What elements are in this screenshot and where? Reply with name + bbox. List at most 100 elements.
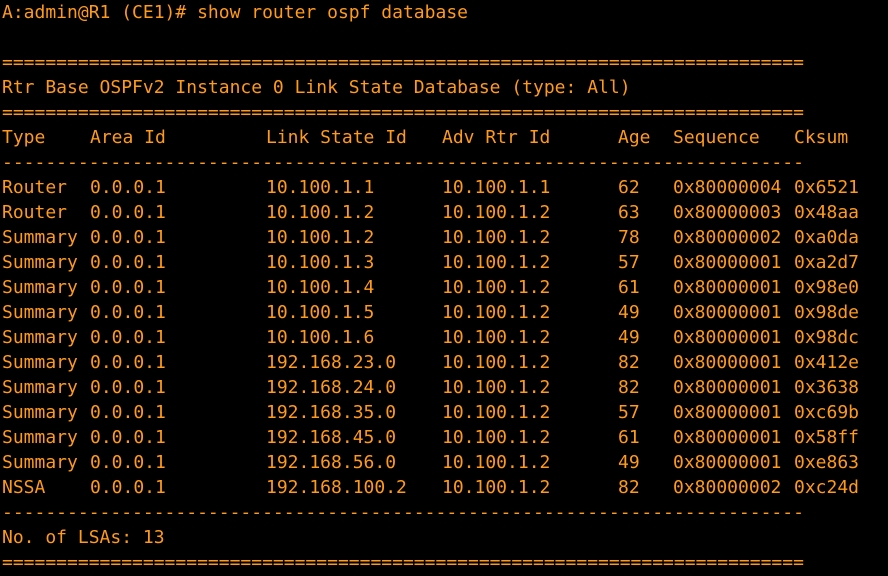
double-rule-bottom: ========================================… bbox=[2, 552, 804, 573]
cell-link-state-id: 10.100.1.5 bbox=[266, 302, 375, 323]
cell-type: NSSA bbox=[2, 477, 46, 498]
cell-cksum: 0x98de bbox=[794, 302, 860, 323]
table-row: Summary 0.0.0.1 10.100.1.3 10.100.1.2 57 0x80… bbox=[2, 250, 874, 275]
cell-adv-rtr-id: 10.100.1.2 bbox=[442, 252, 551, 273]
cell-type: Summary bbox=[2, 427, 78, 448]
cell-adv-rtr-id: 10.100.1.2 bbox=[442, 302, 551, 323]
double-rule-header: ========================================… bbox=[2, 102, 804, 123]
cell-type: Summary bbox=[2, 452, 78, 473]
cell-adv-rtr-id: 10.100.1.2 bbox=[442, 352, 551, 373]
table-row: Summary 0.0.0.1 10.100.1.2 10.100.1.2 78 0x80… bbox=[2, 225, 874, 250]
cell-cksum: 0x6521 bbox=[794, 177, 860, 198]
cell-cksum: 0x58ff bbox=[794, 427, 860, 448]
cell-cksum: 0xc69b bbox=[794, 402, 860, 423]
cell-type: Summary bbox=[2, 352, 78, 373]
cell-cksum: 0x98dc bbox=[794, 327, 860, 348]
cell-type: Summary bbox=[2, 327, 78, 348]
cell-area-id: 0.0.0.1 bbox=[90, 352, 166, 373]
cell-cksum: 0xc24d bbox=[794, 477, 860, 498]
cell-cksum: 0xe863 bbox=[794, 452, 860, 473]
cell-sequence: 0x80000001 bbox=[673, 302, 782, 323]
header-sequence: Sequence bbox=[673, 127, 760, 148]
cell-area-id: 0.0.0.1 bbox=[90, 452, 166, 473]
cell-cksum: 0xa2d7 bbox=[794, 252, 860, 273]
cell-age: 78 bbox=[618, 227, 640, 248]
cell-link-state-id: 192.168.56.0 bbox=[266, 452, 397, 473]
table-row: Summary 0.0.0.1 10.100.1.5 10.100.1.2 49 0x80… bbox=[2, 300, 874, 325]
header-cksum: Cksum bbox=[794, 127, 849, 148]
table-row: Summary 0.0.0.1 192.168.24.0 10.100.1.2 82 0x… bbox=[2, 375, 874, 400]
cell-type: Summary bbox=[2, 402, 78, 423]
cell-area-id: 0.0.0.1 bbox=[90, 302, 166, 323]
cell-age: 62 bbox=[618, 177, 640, 198]
single-rule-footer: ----------------------------------------… bbox=[2, 502, 804, 523]
cell-type: Summary bbox=[2, 252, 78, 273]
cell-age: 82 bbox=[618, 377, 640, 398]
cell-sequence: 0x80000001 bbox=[673, 252, 782, 273]
cell-sequence: 0x80000001 bbox=[673, 327, 782, 348]
cell-link-state-id: 10.100.1.6 bbox=[266, 327, 375, 348]
cell-area-id: 0.0.0.1 bbox=[90, 402, 166, 423]
terminal-window[interactable]: A:admin@R1 (CE1)# show router ospf datab… bbox=[0, 0, 888, 576]
database-title: Rtr Base OSPFv2 Instance 0 Link State Da… bbox=[2, 77, 631, 98]
cell-adv-rtr-id: 10.100.1.2 bbox=[442, 227, 551, 248]
table-row: Router 0.0.0.1 10.100.1.1 10.100.1.1 62 0x800… bbox=[2, 175, 874, 200]
cell-age: 57 bbox=[618, 402, 640, 423]
cell-sequence: 0x80000002 bbox=[673, 227, 782, 248]
cell-link-state-id: 192.168.100.2 bbox=[266, 477, 407, 498]
table-row: Summary 0.0.0.1 192.168.35.0 10.100.1.2 57 0x… bbox=[2, 400, 874, 425]
cell-cksum: 0x3638 bbox=[794, 377, 860, 398]
table-row: Router 0.0.0.1 10.100.1.2 10.100.1.2 63 0x800… bbox=[2, 200, 874, 225]
cell-sequence: 0x80000001 bbox=[673, 377, 782, 398]
cell-area-id: 0.0.0.1 bbox=[90, 177, 166, 198]
table-row: Summary 0.0.0.1 192.168.56.0 10.100.1.2 49 0x… bbox=[2, 450, 874, 475]
header-area-id: Area Id bbox=[90, 127, 166, 148]
cell-cksum: 0x98e0 bbox=[794, 277, 860, 298]
cell-sequence: 0x80000003 bbox=[673, 202, 782, 223]
cell-age: 82 bbox=[618, 352, 640, 373]
cell-age: 63 bbox=[618, 202, 640, 223]
table-row: NSSA 0.0.0.1 192.168.100.2 10.100.1.2 82 0x80… bbox=[2, 475, 874, 500]
cell-sequence: 0x80000001 bbox=[673, 452, 782, 473]
cell-area-id: 0.0.0.1 bbox=[90, 327, 166, 348]
cell-age: 49 bbox=[618, 452, 640, 473]
cell-adv-rtr-id: 10.100.1.1 bbox=[442, 177, 551, 198]
cell-area-id: 0.0.0.1 bbox=[90, 427, 166, 448]
cell-adv-rtr-id: 10.100.1.2 bbox=[442, 377, 551, 398]
cell-area-id: 0.0.0.1 bbox=[90, 252, 166, 273]
cell-area-id: 0.0.0.1 bbox=[90, 477, 166, 498]
table-row: Summary 0.0.0.1 192.168.45.0 10.100.1.2 61 0x… bbox=[2, 425, 874, 450]
cell-area-id: 0.0.0.1 bbox=[90, 202, 166, 223]
cell-type: Router bbox=[2, 177, 68, 198]
cell-type: Summary bbox=[2, 377, 78, 398]
cell-adv-rtr-id: 10.100.1.2 bbox=[442, 327, 551, 348]
cell-link-state-id: 10.100.1.1 bbox=[266, 177, 375, 198]
cell-type: Summary bbox=[2, 227, 78, 248]
lsa-count-footer: No. of LSAs: 13 bbox=[2, 527, 165, 548]
table-row: Summary 0.0.0.1 10.100.1.4 10.100.1.2 61 0x80… bbox=[2, 275, 874, 300]
cell-age: 57 bbox=[618, 252, 640, 273]
cell-adv-rtr-id: 10.100.1.2 bbox=[442, 202, 551, 223]
header-type: Type bbox=[2, 127, 46, 148]
header-adv-rtr-id: Adv Rtr Id bbox=[442, 127, 551, 148]
command-prompt-line: A:admin@R1 (CE1)# show router ospf datab… bbox=[2, 2, 468, 23]
table-header-row: Type Area Id Link State Id Adv Rtr Id Ag… bbox=[2, 125, 874, 150]
table-row: Summary 0.0.0.1 192.168.23.0 10.100.1.2 82 0x… bbox=[2, 350, 874, 375]
cell-type: Summary bbox=[2, 302, 78, 323]
header-link-state-id: Link State Id bbox=[266, 127, 407, 148]
cell-adv-rtr-id: 10.100.1.2 bbox=[442, 402, 551, 423]
cell-type: Summary bbox=[2, 277, 78, 298]
cell-age: 61 bbox=[618, 427, 640, 448]
cell-type: Router bbox=[2, 202, 68, 223]
cell-age: 49 bbox=[618, 302, 640, 323]
cell-age: 61 bbox=[618, 277, 640, 298]
cell-adv-rtr-id: 10.100.1.2 bbox=[442, 427, 551, 448]
cell-adv-rtr-id: 10.100.1.2 bbox=[442, 277, 551, 298]
cell-sequence: 0x80000001 bbox=[673, 352, 782, 373]
single-rule-header: ----------------------------------------… bbox=[2, 152, 804, 173]
cell-link-state-id: 10.100.1.3 bbox=[266, 252, 375, 273]
cell-sequence: 0x80000004 bbox=[673, 177, 782, 198]
cell-sequence: 0x80000002 bbox=[673, 477, 782, 498]
cell-cksum: 0x412e bbox=[794, 352, 860, 373]
cell-area-id: 0.0.0.1 bbox=[90, 227, 166, 248]
